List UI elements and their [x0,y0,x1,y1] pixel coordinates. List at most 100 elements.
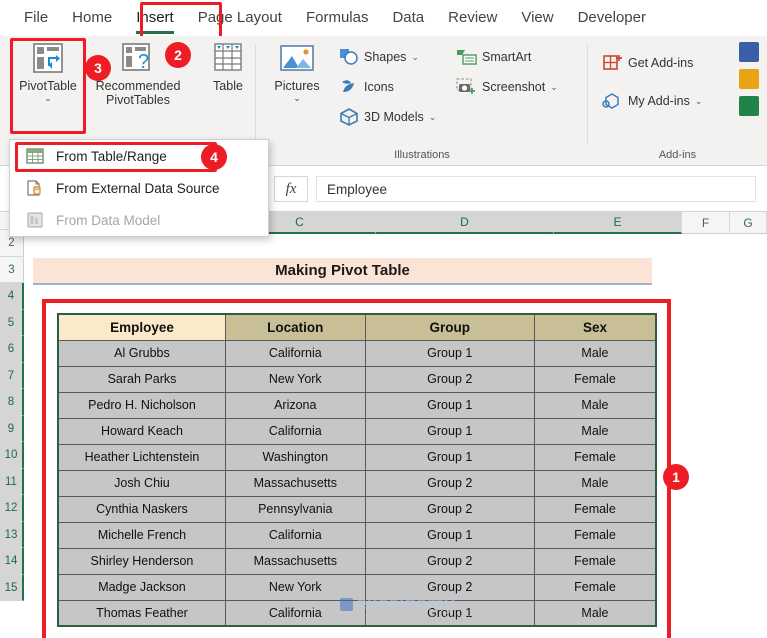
cell-group[interactable]: Group 2 [364,365,535,393]
table-row[interactable]: Cynthia Naskers Pennsylvania Group 2 Fem… [57,495,657,523]
cell-location[interactable]: Massachusetts [224,469,366,497]
formula-input[interactable]: Employee [316,176,756,202]
row-header-13[interactable]: 13 [0,522,24,548]
cell-employee[interactable]: Madge Jackson [57,573,226,601]
ribbon-tab-home[interactable]: Home [60,0,124,36]
cell-group[interactable]: Group 2 [364,547,535,575]
row-header-5[interactable]: 5 [0,310,24,336]
cell-group[interactable]: Group 1 [364,521,535,549]
table-row[interactable]: Pedro H. Nicholson Arizona Group 1 Male [57,391,657,419]
cell-employee[interactable]: Josh Chiu [57,469,226,497]
cell-employee[interactable]: Heather Lichtenstein [57,443,226,471]
column-header-g[interactable]: G [730,212,767,234]
cell-sex[interactable]: Male [533,339,657,367]
cell-group[interactable]: Group 1 [364,599,535,627]
column-header-e[interactable]: E [554,212,682,234]
row-header-12[interactable]: 12 [0,495,24,522]
cell-sex[interactable]: Female [533,365,657,393]
table-row[interactable]: Al Grubbs California Group 1 Male [57,339,657,367]
cell-location[interactable]: Washington [224,443,366,471]
pivottable-caret-icon[interactable]: ⌄ [44,93,52,103]
ribbon-tab-page-layout[interactable]: Page Layout [186,0,294,36]
column-header-d[interactable]: D [376,212,554,234]
get-addins-button[interactable]: Get Add-ins [602,50,693,76]
table-row[interactable]: Sarah Parks New York Group 2 Female [57,365,657,393]
pictures-caret-icon[interactable]: ⌄ [293,93,301,103]
cell-employee[interactable]: Sarah Parks [57,365,226,393]
cell-employee[interactable]: Michelle French [57,521,226,549]
row-header-7[interactable]: 7 [0,363,24,389]
menu-item-from-table-range[interactable]: From Table/Range [10,140,268,172]
row-header-14[interactable]: 14 [0,548,24,575]
shapes-button[interactable]: Shapes ⌄ [338,44,419,70]
shapes-caret-icon[interactable]: ⌄ [411,52,419,63]
cell-location[interactable]: California [224,417,366,445]
cell-group[interactable]: Group 2 [364,495,535,523]
cell-group[interactable]: Group 1 [364,417,535,445]
ribbon-tab-view[interactable]: View [509,0,565,36]
ribbon-tab-formulas[interactable]: Formulas [294,0,381,36]
table-row[interactable]: Josh Chiu Massachusetts Group 2 Male [57,469,657,497]
row-header-6[interactable]: 6 [0,336,24,363]
3d-models-button[interactable]: 3D Models ⌄ [338,104,436,130]
row-header-15[interactable]: 15 [0,575,24,601]
cell-sex[interactable]: Female [533,495,657,523]
screenshot-caret-icon[interactable]: ⌄ [550,82,558,93]
cell-group[interactable]: Group 1 [364,443,535,471]
cell-employee[interactable]: Thomas Feather [57,599,226,627]
pictures-button[interactable]: Pictures ⌄ [260,42,334,103]
3d-models-caret-icon[interactable]: ⌄ [429,112,437,123]
table-row[interactable]: Michelle French California Group 1 Femal… [57,521,657,549]
cell-group[interactable]: Group 2 [364,573,535,601]
row-header-3[interactable]: 3 [0,257,24,283]
cell-sex[interactable]: Male [533,417,657,445]
cell-sex[interactable]: Female [533,547,657,575]
cell-sex[interactable]: Male [533,391,657,419]
people-graph-addin-icon[interactable] [739,96,759,116]
ribbon-tab-insert[interactable]: Insert [124,0,186,36]
cell-location[interactable]: California [224,521,366,549]
cell-group[interactable]: Group 2 [364,469,535,497]
pivottable-button[interactable]: PivotTable ⌄ [6,42,90,103]
my-addins-caret-icon[interactable]: ⌄ [695,96,703,107]
cell-location[interactable]: Massachusetts [224,547,366,575]
cell-sex[interactable]: Female [533,443,657,471]
ribbon-tab-data[interactable]: Data [380,0,436,36]
visio-addin-icon[interactable] [739,42,759,62]
cell-employee[interactable]: Pedro H. Nicholson [57,391,226,419]
cell-location[interactable]: Pennsylvania [224,495,366,523]
table-row[interactable]: Shirley Henderson Massachusetts Group 2 … [57,547,657,575]
cell-location[interactable]: New York [224,365,366,393]
cell-sex[interactable]: Male [533,599,657,627]
cell-sex[interactable]: Male [533,469,657,497]
row-header-8[interactable]: 8 [0,389,24,416]
bing-maps-addin-icon[interactable] [739,69,759,89]
table-row[interactable]: Thomas Feather California Group 1 Male [57,599,657,627]
row-header-10[interactable]: 10 [0,442,24,469]
row-header-11[interactable]: 11 [0,469,24,495]
ribbon-tab-file[interactable]: File [12,0,60,36]
table-row[interactable]: Heather Lichtenstein Washington Group 1 … [57,443,657,471]
cell-group[interactable]: Group 1 [364,339,535,367]
table-row[interactable]: Madge Jackson New York Group 2 Female [57,573,657,601]
cell-employee[interactable]: Howard Keach [57,417,226,445]
cell-location[interactable]: California [224,599,366,627]
cell-employee[interactable]: Cynthia Naskers [57,495,226,523]
cell-group[interactable]: Group 1 [364,391,535,419]
menu-item-from-external-data-source[interactable]: From External Data Source [10,172,268,204]
table-row[interactable]: Howard Keach California Group 1 Male [57,417,657,445]
screenshot-button[interactable]: Screenshot ⌄ [456,74,558,100]
cell-employee[interactable]: Al Grubbs [57,339,226,367]
icons-button[interactable]: Icons [338,74,394,100]
cell-location[interactable]: New York [224,573,366,601]
cell-sex[interactable]: Female [533,573,657,601]
cell-sex[interactable]: Female [533,521,657,549]
fx-icon[interactable]: fx [274,176,308,202]
column-header-f[interactable]: F [682,212,730,234]
cell-employee[interactable]: Shirley Henderson [57,547,226,575]
cell-location[interactable]: California [224,339,366,367]
smartart-button[interactable]: SmartArt [456,44,531,70]
row-header-4[interactable]: 4 [0,283,24,310]
row-header-9[interactable]: 9 [0,416,24,442]
ribbon-tab-review[interactable]: Review [436,0,509,36]
